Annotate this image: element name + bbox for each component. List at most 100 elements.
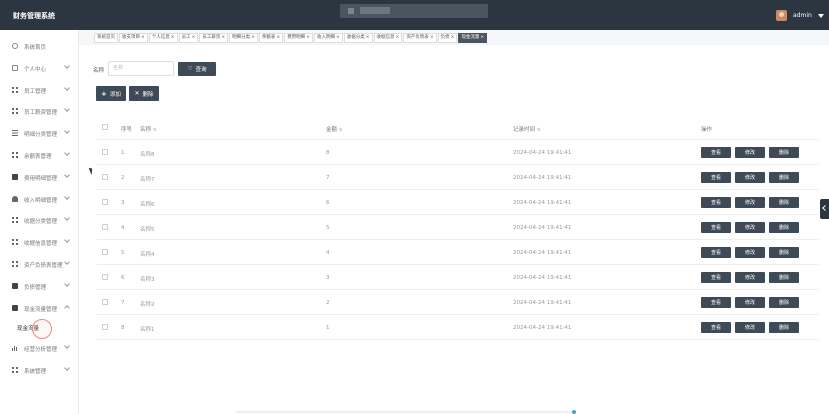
tab[interactable]: 个人信息 × (148, 33, 178, 43)
chevron-down-icon (64, 259, 70, 265)
row-checkbox[interactable] (102, 249, 108, 255)
view-button[interactable]: 查看 (701, 322, 731, 333)
tab-close-icon[interactable]: × (276, 34, 280, 42)
view-button[interactable]: 查看 (701, 247, 731, 258)
tab[interactable]: 明细分类 × (229, 33, 258, 43)
view-button[interactable]: 查看 (701, 297, 731, 308)
tab-close-icon[interactable]: × (480, 34, 484, 42)
tab[interactable]: 余额表 × (258, 33, 284, 43)
query-button-label: 查询 (195, 67, 207, 73)
tab[interactable]: 收支项目 × (119, 33, 148, 43)
cell-no: 5 (121, 250, 125, 256)
select-all-checkbox[interactable] (102, 124, 108, 130)
row-checkbox[interactable] (102, 174, 108, 180)
edit-button[interactable]: 修改 (735, 272, 765, 283)
sidebar-item[interactable]: 个人中心 (0, 57, 79, 79)
cell-time: 2024-04-24 19:41:41 (513, 250, 572, 256)
row-delete-button[interactable]: 删除 (769, 297, 799, 308)
sidebar-item[interactable]: 经营分析管理 (0, 337, 79, 359)
tab[interactable]: 收据信息 × (373, 33, 403, 43)
sidebar-item[interactable]: 明细分类管理 (0, 122, 79, 144)
row-checkbox[interactable] (102, 199, 108, 205)
sidebar-item[interactable]: 现金流量管理 (0, 297, 79, 319)
view-button[interactable]: 查看 (701, 147, 731, 158)
tab-close-icon[interactable]: × (430, 34, 434, 42)
row-checkbox[interactable] (102, 324, 108, 330)
query-button[interactable]: ♡ 查询 (178, 62, 216, 76)
edit-button[interactable]: 修改 (735, 322, 765, 333)
tab[interactable]: 现金流量 × (458, 33, 488, 43)
tab-close-icon[interactable]: × (192, 34, 196, 42)
tab-label: 个人信息 (151, 35, 170, 40)
cell-time: 2024-04-24 19:41:41 (513, 275, 572, 281)
tab[interactable]: 收据分类 × (343, 33, 373, 43)
tab-close-icon[interactable]: × (451, 34, 455, 42)
header-name[interactable]: 名称 ⇅ (140, 125, 157, 133)
sidebar-item[interactable]: 系统管理 (0, 359, 79, 381)
view-button[interactable]: 查看 (701, 197, 731, 208)
view-button[interactable]: 查看 (701, 222, 731, 233)
add-button[interactable]: + 添加 (96, 86, 126, 101)
user-menu[interactable]: admin (776, 10, 824, 21)
edit-button[interactable]: 修改 (735, 247, 765, 258)
row-delete-button[interactable]: 删除 (769, 272, 799, 283)
tab[interactable]: 系统首页 (94, 33, 118, 43)
search-input[interactable]: 名称 (108, 61, 174, 76)
table-row: 3 名称6 6 2024-04-24 19:41:41 查看 修改 删除 (97, 190, 819, 215)
edit-button[interactable]: 修改 (735, 147, 765, 158)
edit-button[interactable]: 修改 (735, 222, 765, 233)
tab-close-icon[interactable]: × (251, 34, 255, 42)
table-row: 7 名称2 2 2024-04-24 19:41:41 查看 修改 删除 (97, 290, 819, 315)
row-checkbox[interactable] (102, 299, 108, 305)
header-amount[interactable]: 金额 ⇅ (326, 125, 343, 133)
sidebar-item[interactable]: 员工管理 (0, 79, 79, 101)
sidebar-item[interactable]: 负债管理 (0, 275, 79, 297)
sidebar-item[interactable]: 余额表管理 (0, 144, 79, 166)
sidebar-item[interactable]: 费用明细管理 (0, 166, 79, 188)
view-button[interactable]: 查看 (701, 172, 731, 183)
sidebar-item[interactable]: 收入明细管理 (0, 188, 79, 210)
sidebar-item[interactable]: 收据信息管理 (0, 231, 79, 253)
delete-button[interactable]: ✕ 删除 (129, 86, 159, 101)
main-content: 名称 名称 ♡ 查询 + 添加 ✕ 删除 序号 名称 ⇅ 金额 ⇅ 记录时间 ⇅… (79, 45, 829, 414)
tab-close-icon[interactable]: × (366, 34, 370, 42)
progress-dot (572, 410, 576, 414)
row-delete-button[interactable]: 删除 (769, 322, 799, 333)
row-checkbox[interactable] (102, 224, 108, 230)
tab-label: 收据分类 (346, 35, 365, 40)
tab[interactable]: 员工 × (178, 33, 199, 43)
header-op: 操作 (701, 127, 713, 133)
row-delete-button[interactable]: 删除 (769, 247, 799, 258)
tab[interactable]: 员工薪资 × (199, 33, 229, 43)
sidebar-item[interactable]: 系统首页 (0, 35, 79, 57)
row-delete-button[interactable]: 删除 (769, 147, 799, 158)
row-delete-button[interactable]: 删除 (769, 172, 799, 183)
tab[interactable]: 负债 × (437, 33, 458, 43)
edit-button[interactable]: 修改 (735, 172, 765, 183)
tab[interactable]: 收入明细 × (313, 33, 343, 43)
tab-close-icon[interactable]: × (396, 34, 400, 42)
home-icon (12, 43, 18, 49)
grid-icon (12, 239, 18, 246)
row-delete-button[interactable]: 删除 (769, 197, 799, 208)
header-time[interactable]: 记录时间 ⇅ (513, 125, 541, 133)
sidebar-item[interactable]: 收据分类管理 (0, 209, 79, 231)
row-delete-button[interactable]: 删除 (769, 222, 799, 233)
edit-button[interactable]: 修改 (735, 197, 765, 208)
tab[interactable]: 资产负债表 × (403, 33, 437, 43)
row-checkbox[interactable] (102, 274, 108, 280)
view-button[interactable]: 查看 (701, 272, 731, 283)
edit-button[interactable]: 修改 (735, 297, 765, 308)
tab-close-icon[interactable]: × (336, 34, 340, 42)
tab-close-icon[interactable]: × (141, 34, 145, 42)
row-checkbox[interactable] (102, 149, 108, 155)
sidebar-item[interactable]: 资产负债表管理 (0, 253, 79, 275)
sidebar-item-label: 员工管理 (24, 88, 47, 95)
collapse-handle[interactable] (820, 199, 829, 219)
chevron-down-icon (64, 171, 70, 178)
tab-close-icon[interactable]: × (306, 34, 310, 42)
tab[interactable]: 费用明细 × (284, 33, 313, 43)
sidebar-item[interactable]: 员工薪资管理 (0, 100, 79, 122)
tab-close-icon[interactable]: × (221, 34, 225, 42)
tab-close-icon[interactable]: × (171, 34, 175, 42)
